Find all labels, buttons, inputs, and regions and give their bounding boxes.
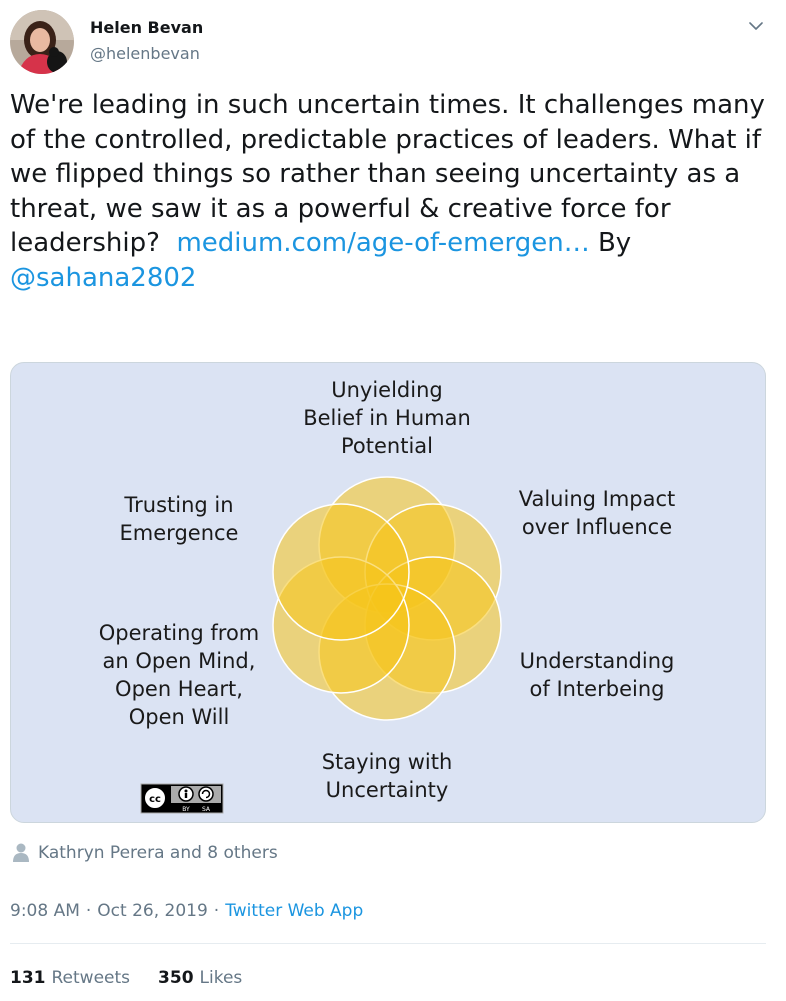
meta-separator: · bbox=[85, 901, 92, 921]
svg-text:BY: BY bbox=[182, 806, 190, 813]
likes-stat[interactable]: 350 Likes bbox=[158, 968, 242, 988]
tweet-header: Helen Bevan @helenbevan bbox=[0, 0, 786, 90]
svg-text:cc: cc bbox=[149, 794, 161, 805]
label-top-left: Trusting in Emergence bbox=[120, 493, 239, 545]
likes-label: Likes bbox=[199, 968, 243, 988]
label-bottom-left: Operating from an Open Mind, Open Heart, Op… bbox=[99, 621, 260, 729]
chevron-down-icon[interactable] bbox=[744, 14, 768, 38]
label-top: Unyielding Belief in Human Potential bbox=[303, 378, 471, 458]
cc-license-badge: cc BY SA bbox=[140, 783, 224, 814]
tweet-stats: 131 Retweets 350 Likes bbox=[10, 964, 270, 992]
retweets-label: Retweets bbox=[51, 968, 131, 988]
person-icon bbox=[13, 843, 29, 862]
svg-text:SA: SA bbox=[202, 806, 211, 813]
avatar-image bbox=[10, 10, 74, 74]
tweet-source[interactable]: Twitter Web App bbox=[225, 901, 363, 921]
petal bbox=[272, 503, 410, 641]
retweets-stat[interactable]: 131 Retweets bbox=[10, 968, 130, 988]
label-bottom-right: Understanding of Interbeing bbox=[520, 649, 675, 701]
divider bbox=[10, 943, 766, 944]
flower-diagram: Unyielding Belief in Human Potential Trust… bbox=[99, 378, 676, 814]
tweet-by: By bbox=[597, 228, 632, 259]
likes-count: 350 bbox=[158, 968, 194, 988]
tweet-time[interactable]: 9:08 AM bbox=[10, 901, 80, 921]
tweet-date[interactable]: Oct 26, 2019 bbox=[97, 901, 208, 921]
label-top-right: Valuing Impact over Influence bbox=[519, 487, 676, 539]
retweets-count: 131 bbox=[10, 968, 46, 988]
liked-by-text: Kathryn Perera and 8 others bbox=[38, 843, 278, 863]
tweet-text: We're leading in such uncertain times. I… bbox=[10, 88, 776, 296]
petals bbox=[272, 476, 502, 721]
media-image[interactable]: Unyielding Belief in Human Potential Trust… bbox=[10, 362, 766, 823]
tweet-meta: 9:08 AM · Oct 26, 2019 · Twitter Web App bbox=[10, 898, 363, 924]
tweet-link[interactable]: medium.com/age-of-emergen… bbox=[176, 228, 589, 258]
sa-icon bbox=[198, 786, 214, 802]
liked-by-row[interactable]: Kathryn Perera and 8 others bbox=[12, 840, 278, 866]
author-name[interactable]: Helen Bevan bbox=[90, 18, 203, 37]
mention-link[interactable]: @sahana2802 bbox=[10, 263, 196, 293]
author-handle[interactable]: @helenbevan bbox=[90, 44, 200, 63]
meta-separator: · bbox=[213, 901, 220, 921]
avatar[interactable] bbox=[10, 10, 74, 74]
label-bottom: Staying with Uncertainty bbox=[322, 750, 453, 802]
